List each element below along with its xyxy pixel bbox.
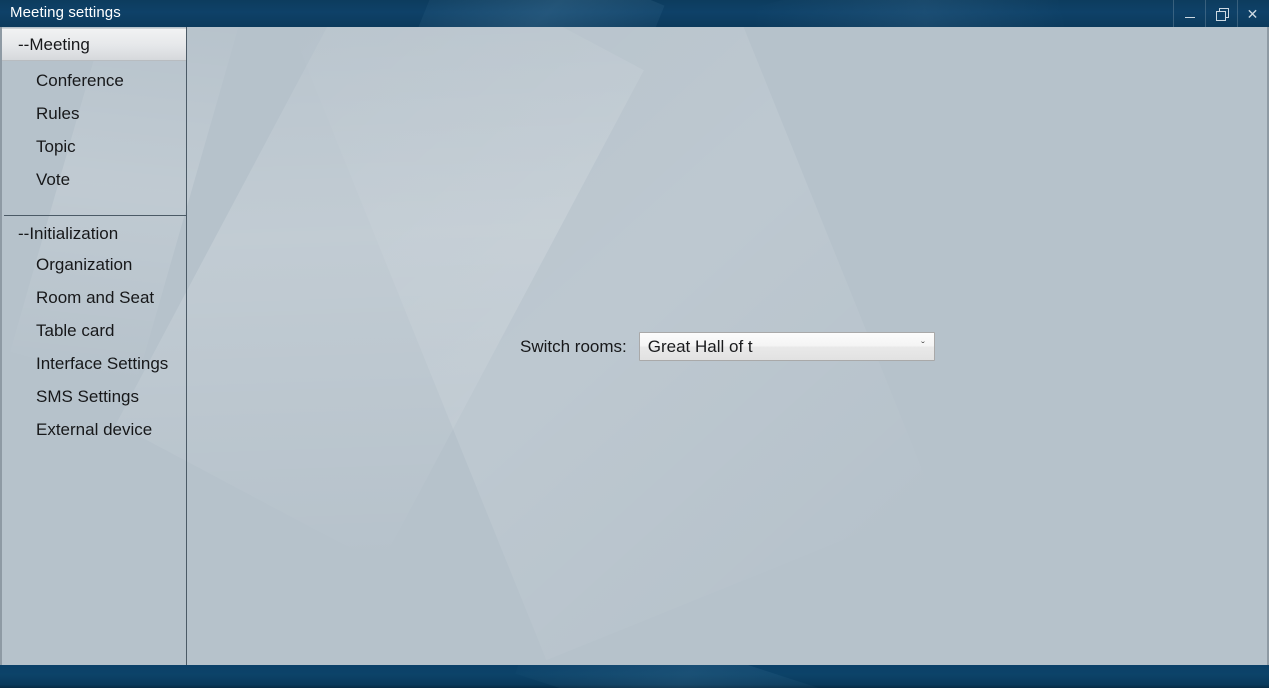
titlebar-sheen-left	[415, 0, 665, 27]
sidebar-item-external-device[interactable]: External device	[2, 413, 187, 446]
sidebar-group-meeting[interactable]: --Meeting	[2, 28, 187, 61]
sidebar-item-conference-label: Conference	[36, 70, 124, 90]
title-bar[interactable]: Meeting settings ✕	[0, 0, 1269, 27]
sidebar-item-vote[interactable]: Vote	[2, 163, 187, 196]
titlebar-sheen-right	[751, 0, 1069, 27]
sidebar-navigation: --Meeting Conference Rules Topic Vote --…	[2, 27, 187, 665]
window-title: Meeting settings	[10, 4, 121, 21]
bottombar-sheen	[515, 665, 845, 688]
chevron-down-icon: ˇ	[921, 340, 925, 352]
close-icon: ✕	[1246, 5, 1259, 22]
sidebar-group-initialization-label: --Initialization	[18, 223, 119, 243]
sidebar-item-sms-settings-label: SMS Settings	[36, 386, 139, 406]
switch-rooms-field-row: Switch rooms: Great Hall of t ˇ	[520, 332, 935, 361]
sidebar-item-interface-settings-label: Interface Settings	[36, 353, 169, 373]
sidebar-item-conference[interactable]: Conference	[2, 64, 187, 97]
bottom-status-bar	[0, 665, 1269, 688]
window-controls: ✕	[1173, 0, 1269, 27]
sidebar-item-table-card-label: Table card	[36, 320, 115, 340]
switch-rooms-select[interactable]: Great Hall of t ˇ	[638, 332, 935, 361]
sidebar-group-meeting-label: --Meeting	[18, 34, 90, 54]
restore-button[interactable]	[1205, 0, 1237, 27]
minimize-icon	[1184, 16, 1195, 18]
restore-icon	[1216, 8, 1229, 21]
sidebar-item-external-device-label: External device	[36, 419, 153, 439]
sidebar-item-room-and-seat[interactable]: Room and Seat	[2, 281, 187, 314]
sidebar-item-topic-label: Topic	[36, 136, 76, 156]
sidebar-item-rules[interactable]: Rules	[2, 97, 187, 130]
main-content-panel: Switch rooms: Great Hall of t ˇ	[187, 27, 1267, 665]
sidebar-item-rules-label: Rules	[36, 103, 80, 123]
sidebar-section-separator	[4, 215, 187, 216]
sidebar-item-vote-label: Vote	[36, 169, 71, 189]
window-body: --Meeting Conference Rules Topic Vote --…	[0, 27, 1269, 665]
switch-rooms-label: Switch rooms:	[520, 336, 627, 356]
sidebar-item-topic[interactable]: Topic	[2, 130, 187, 163]
sidebar-item-room-and-seat-label: Room and Seat	[36, 287, 155, 307]
sidebar-item-interface-settings[interactable]: Interface Settings	[2, 347, 187, 380]
sidebar-item-organization-label: Organization	[36, 254, 133, 274]
sidebar-group-initialization[interactable]: --Initialization	[2, 217, 187, 250]
sidebar-item-sms-settings[interactable]: SMS Settings	[2, 380, 187, 413]
meeting-settings-window: Meeting settings ✕ --Meeting Conference …	[0, 0, 1269, 688]
close-button[interactable]: ✕	[1237, 0, 1269, 27]
sidebar-item-organization[interactable]: Organization	[2, 248, 187, 281]
switch-rooms-value: Great Hall of t	[647, 336, 753, 356]
sidebar-item-table-card[interactable]: Table card	[2, 314, 187, 347]
minimize-button[interactable]	[1173, 0, 1205, 27]
